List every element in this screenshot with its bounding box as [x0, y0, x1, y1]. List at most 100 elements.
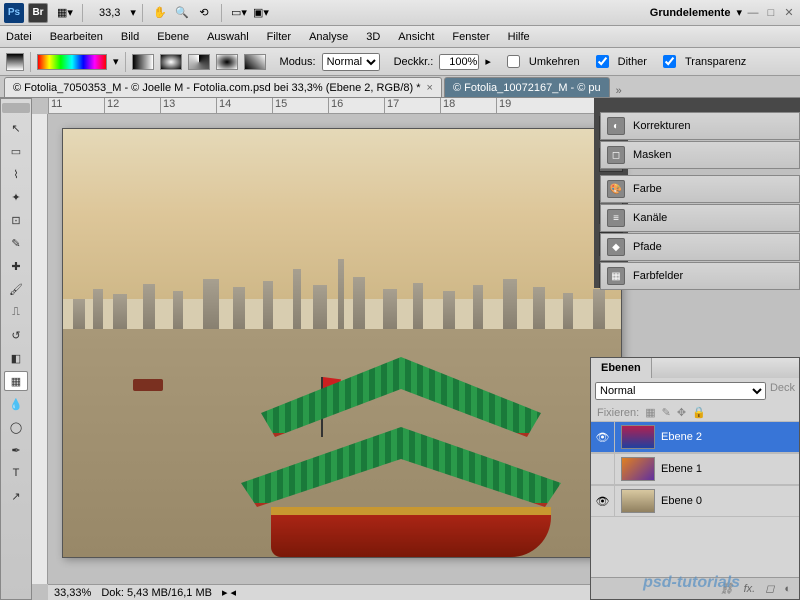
eyedropper-tool[interactable]: ✎ [4, 233, 28, 253]
blur-tool[interactable]: 💧 [4, 394, 28, 414]
menu-filter[interactable]: Filter [267, 31, 291, 43]
lock-all-icon[interactable]: 🔒 [692, 406, 706, 419]
menu-3d[interactable]: 3D [366, 31, 380, 43]
document-canvas[interactable] [62, 128, 622, 558]
visibility-toggle[interactable]: 👁 [591, 486, 615, 516]
visibility-toggle[interactable] [591, 454, 615, 484]
lasso-tool[interactable]: ⌇ [4, 164, 28, 184]
zoom-level[interactable]: 33,3 [99, 7, 120, 19]
lock-paint-icon[interactable]: ✎ [662, 406, 671, 419]
menu-hilfe[interactable]: Hilfe [508, 31, 530, 43]
lock-position-icon[interactable]: ✥ [677, 406, 686, 419]
gradient-picker[interactable] [37, 54, 107, 70]
zoom-icon[interactable]: 🔍 [171, 2, 193, 24]
maximize-button[interactable]: □ [764, 6, 778, 20]
brush-tool[interactable]: 🖌 [4, 279, 28, 299]
panel-kanale[interactable]: ≡Kanäle [600, 204, 800, 232]
marquee-tool[interactable]: ▭ [4, 141, 28, 161]
layer-thumbnail[interactable] [621, 489, 655, 513]
bridge-icon[interactable]: Br [28, 3, 48, 23]
path-tool[interactable]: ↗ [4, 486, 28, 506]
status-zoom[interactable]: 33,33% [54, 587, 91, 599]
menu-fenster[interactable]: Fenster [452, 31, 489, 43]
layer-name[interactable]: Ebene 1 [661, 463, 702, 475]
minimize-button[interactable]: — [746, 6, 760, 20]
panel-masken[interactable]: ◻Masken [600, 141, 800, 169]
menu-ansicht[interactable]: Ansicht [398, 31, 434, 43]
move-tool[interactable]: ↖ [4, 118, 28, 138]
layer-fx-icon[interactable]: fx. [744, 583, 756, 595]
transparency-checkbox[interactable] [663, 55, 676, 68]
toolbox: ↖ ▭ ⌇ ✦ ⊡ ✎ ✚ 🖌 ⎍ ↺ ◧ ▦ 💧 ◯ ✒ T ↗ [0, 98, 32, 600]
options-bar: ▾ Modus: Normal Deckkr.: ▸ Umkehren Dith… [0, 48, 800, 76]
status-doc-size[interactable]: Dok: 5,43 MB/16,1 MB [101, 587, 212, 599]
opacity-input[interactable] [439, 54, 479, 70]
mode-label: Modus: [280, 56, 316, 68]
menu-auswahl[interactable]: Auswahl [207, 31, 249, 43]
layer-ebene-2[interactable]: 👁 Ebene 2 [591, 421, 799, 453]
menu-bearbeiten[interactable]: Bearbeiten [50, 31, 103, 43]
menu-datei[interactable]: Datei [6, 31, 32, 43]
channels-icon: ≡ [607, 209, 625, 227]
rotate-icon[interactable]: ⟲ [193, 2, 215, 24]
tool-gradient-icon[interactable] [6, 53, 24, 71]
pen-tool[interactable]: ✒ [4, 440, 28, 460]
opacity-label: Deckkr.: [394, 56, 434, 68]
gradient-angle-icon[interactable] [188, 54, 210, 70]
workspace-selector[interactable]: Grundelemente [650, 7, 731, 19]
menubar: Datei Bearbeiten Bild Ebene Auswahl Filt… [0, 26, 800, 48]
lock-transparency-icon[interactable]: ▦ [645, 406, 655, 419]
gradient-tool[interactable]: ▦ [4, 371, 28, 391]
swatches-icon: ▦ [607, 267, 625, 285]
layer-thumbnail[interactable] [621, 425, 655, 449]
history-brush-tool[interactable]: ↺ [4, 325, 28, 345]
tab-document-2[interactable]: © Fotolia_10072167_M - © pu [444, 77, 610, 97]
mode-select[interactable]: Normal [322, 53, 380, 71]
gradient-reflected-icon[interactable] [216, 54, 238, 70]
close-button[interactable]: ✕ [782, 6, 796, 20]
type-tool[interactable]: T [4, 463, 28, 483]
hand-icon[interactable]: ✋ [149, 2, 171, 24]
close-icon[interactable]: × [427, 82, 433, 94]
toolbox-grip[interactable] [2, 103, 30, 113]
gradient-diamond-icon[interactable] [244, 54, 266, 70]
color-icon: 🎨 [607, 180, 625, 198]
layer-ebene-0[interactable]: 👁 Ebene 0 [591, 485, 799, 517]
app-titlebar: Ps Br ▦▾ 33,3▾ ✋ 🔍 ⟲ ▭▾ ▣▾ Grundelemente… [0, 0, 800, 26]
layers-tab[interactable]: Ebenen [591, 358, 652, 378]
vertical-ruler[interactable] [32, 114, 48, 584]
layer-name[interactable]: Ebene 0 [661, 495, 702, 507]
dodge-tool[interactable]: ◯ [4, 417, 28, 437]
arrange-icon[interactable]: ▭▾ [228, 2, 250, 24]
photoshop-icon[interactable]: Ps [4, 3, 24, 23]
layer-mask-icon[interactable]: ◻ [765, 582, 774, 595]
tab-overflow-icon[interactable]: » [616, 85, 622, 97]
panel-korrekturen[interactable]: ◐Korrekturen [600, 112, 800, 140]
eraser-tool[interactable]: ◧ [4, 348, 28, 368]
dither-checkbox[interactable] [596, 55, 609, 68]
wand-tool[interactable]: ✦ [4, 187, 28, 207]
reverse-checkbox[interactable] [507, 55, 520, 68]
gradient-radial-icon[interactable] [160, 54, 182, 70]
menu-analyse[interactable]: Analyse [309, 31, 348, 43]
layer-ebene-1[interactable]: Ebene 1 [591, 453, 799, 485]
panel-farbfelder[interactable]: ▦Farbfelder [600, 262, 800, 290]
adjustment-layer-icon[interactable]: ◐ [784, 583, 791, 595]
gradient-linear-icon[interactable] [132, 54, 154, 70]
stamp-tool[interactable]: ⎍ [4, 302, 28, 322]
layer-thumbnail[interactable] [621, 457, 655, 481]
menu-bild[interactable]: Bild [121, 31, 139, 43]
panel-farbe[interactable]: 🎨Farbe [600, 175, 800, 203]
layer-name[interactable]: Ebene 2 [661, 431, 702, 443]
paths-icon: ◆ [607, 238, 625, 256]
healing-tool[interactable]: ✚ [4, 256, 28, 276]
screen-mode-icon[interactable]: ▣▾ [250, 2, 272, 24]
crop-tool[interactable]: ⊡ [4, 210, 28, 230]
panel-pfade[interactable]: ◆Pfade [600, 233, 800, 261]
visibility-toggle[interactable]: 👁 [591, 422, 615, 452]
layout-icon[interactable]: ▦▾ [54, 2, 76, 24]
menu-ebene[interactable]: Ebene [157, 31, 189, 43]
side-panels: ◐Korrekturen ◻Masken 🎨Farbe ≡Kanäle ◆Pfa… [600, 98, 800, 296]
tab-document-1[interactable]: © Fotolia_7050353_M - © Joelle M - Fotol… [4, 77, 442, 97]
blend-mode-select[interactable]: Normal [595, 382, 766, 400]
